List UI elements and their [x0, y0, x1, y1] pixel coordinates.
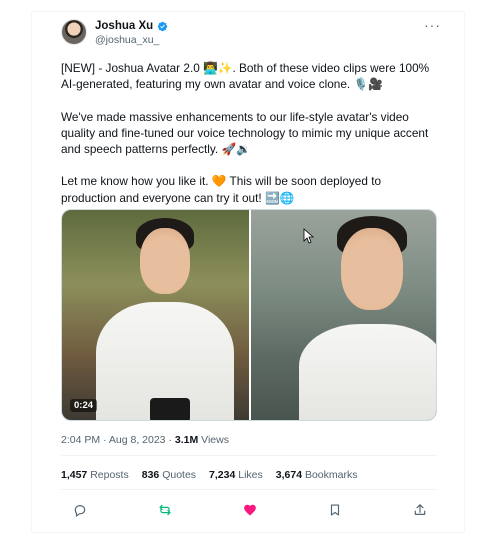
quotes-count: 836 [141, 469, 160, 481]
more-options-icon[interactable]: ··· [424, 17, 441, 33]
separator-dot: · [168, 434, 172, 446]
like-button[interactable] [240, 500, 260, 520]
tweet-time[interactable]: 2:04 PM [61, 434, 100, 446]
verified-badge-icon [157, 21, 168, 31]
video-clip-left[interactable]: 0:24 [62, 210, 249, 420]
bookmark-button[interactable] [325, 500, 345, 520]
video-clip-right[interactable] [249, 210, 436, 420]
quotes-label: Quotes [162, 469, 197, 481]
tweet-text: [NEW] - Joshua Avatar 2.0 👨‍💻✨. Both of … [61, 60, 439, 206]
reply-button[interactable] [70, 500, 90, 520]
bookmarks-stat[interactable]: 3,674 Bookmarks [276, 469, 358, 481]
shirt-shape [299, 324, 436, 420]
reply-icon [74, 505, 86, 517]
bookmarks-count: 3,674 [275, 469, 303, 481]
divider [61, 455, 437, 456]
bookmark-icon [330, 504, 340, 516]
author-name[interactable]: Joshua Xu [95, 20, 153, 32]
tweet-paragraph: [NEW] - Joshua Avatar 2.0 👨‍💻✨. Both of … [61, 61, 430, 92]
reposts-count: 1,457 [61, 469, 88, 481]
likes-count: 7,234 [209, 469, 236, 481]
mug-shape [150, 398, 190, 420]
author-name-line: Joshua Xu [95, 20, 168, 32]
repost-button[interactable] [155, 500, 175, 520]
divider [61, 489, 437, 490]
mouse-pointer-icon [303, 228, 315, 244]
tweet-paragraph: We've made massive enhancements to our l… [61, 109, 429, 157]
views-label: Views [201, 434, 229, 446]
reposts-stat[interactable]: 1,457 Reposts [61, 469, 129, 481]
tweet-header: Joshua Xu @joshua_xu_ ··· [61, 17, 441, 59]
avatar[interactable] [61, 19, 87, 45]
person-figure [299, 210, 436, 420]
tweet-date[interactable]: Aug 8, 2023 [109, 434, 166, 446]
person-figure [96, 210, 234, 420]
repost-icon [159, 504, 171, 516]
likes-stat[interactable]: 7,234 Likes [209, 469, 263, 481]
share-button[interactable] [410, 500, 430, 520]
author-handle[interactable]: @joshua_xu_ [95, 34, 168, 46]
share-icon [414, 504, 426, 515]
likes-label: Likes [238, 469, 263, 481]
quotes-stat[interactable]: 836 Quotes [142, 469, 196, 481]
heart-icon [244, 504, 256, 516]
head-shape [140, 228, 190, 294]
separator-dot: · [103, 434, 107, 446]
tweet-media: 0:24 [61, 209, 437, 421]
engagement-stats: 1,457 Reposts 836 Quotes 7,234 Likes 3,6… [61, 469, 357, 481]
tweet-paragraph: Let me know how you like it. 🧡 This will… [61, 174, 382, 205]
head-shape [341, 228, 403, 310]
reposts-label: Reposts [90, 469, 129, 481]
bookmarks-label: Bookmarks [304, 469, 358, 481]
video-duration: 0:24 [70, 399, 98, 412]
tweet-actions [70, 500, 430, 520]
views-count: 3.1M [174, 434, 199, 446]
tweet-timestamp: 2:04 PM · Aug 8, 2023 · 3.1M Views [61, 434, 229, 446]
author-block: Joshua Xu @joshua_xu_ [95, 20, 168, 46]
tweet-card: Joshua Xu @joshua_xu_ ··· [NEW] - Joshua… [32, 12, 464, 532]
